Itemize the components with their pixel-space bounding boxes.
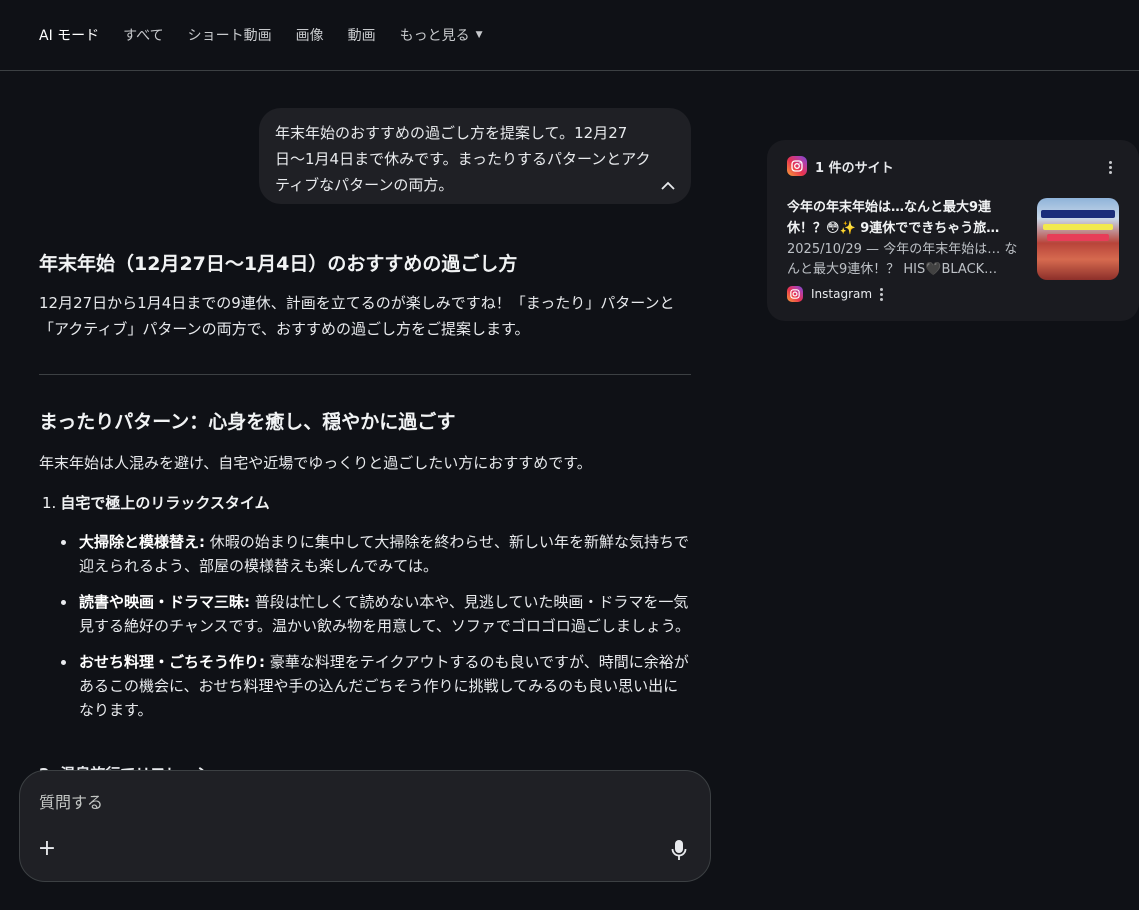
divider xyxy=(39,374,691,375)
tab-all[interactable]: すべて xyxy=(123,25,163,45)
sources-header: 1 件のサイト xyxy=(787,156,894,176)
thumbnail-banner xyxy=(1041,210,1115,218)
chevron-up-icon[interactable] xyxy=(659,176,677,194)
tab-videos[interactable]: 動画 xyxy=(348,25,376,45)
section-title: まったりパターン：心身を癒し、穏やかに過ごす xyxy=(39,411,456,433)
top-nav: AI モード すべて ショート動画 画像 動画 もっと見る ▼ xyxy=(0,0,1139,71)
bullet-list: 大掃除と模様替え: 休暇の始まりに集中して大掃除を終わらせ、新しい年を新鮮な気持… xyxy=(39,530,691,734)
list-item: 読書や映画・ドラマ三昧: 普段は忙しくて読めない本や、見逃していた映画・ドラマを… xyxy=(39,590,691,638)
result-thumbnail[interactable] xyxy=(1037,198,1119,280)
conversation-pane: 年末年始のおすすめの過ごし方を提案して。12月27日〜1月4日まで休みです。まっ… xyxy=(39,71,691,771)
result-snippet: 2025/10/29 — 今年の年末年始は… なんと最大9連休！？ HIS🖤BL… xyxy=(787,242,1018,277)
tab-images[interactable]: 画像 xyxy=(296,25,324,45)
answer-intro: 12月27日から1月4日までの9連休、計画を立てるのが楽しみですね！「まったり」… xyxy=(39,294,675,338)
user-query-text: 年末年始のおすすめの過ごし方を提案して。12月27日〜1月4日まで休みです。まっ… xyxy=(275,124,651,194)
composer: + xyxy=(19,770,711,882)
more-options-icon[interactable] xyxy=(1102,159,1118,175)
question-input[interactable] xyxy=(39,789,639,815)
section-intro: 年末年始は人混みを避け、自宅や近場でゆっくりと過ごしたい方におすすめです。 xyxy=(39,454,592,472)
instagram-icon xyxy=(787,156,807,176)
thumbnail-text-band xyxy=(1043,224,1113,230)
subheading-number: 1. xyxy=(42,494,57,512)
tab-more-label: もっと見る xyxy=(399,28,470,44)
sources-card: 1 件のサイト 今年の年末年始は…なんと最大9連休！？😳✨ 9連休でできちゃう旅… xyxy=(767,140,1139,321)
answer-title: 年末年始（12月27日〜1月4日）のおすすめの過ごし方 xyxy=(39,253,518,275)
result-source[interactable]: Instagram xyxy=(787,286,872,302)
caret-down-icon: ▼ xyxy=(475,30,483,40)
subheading-text: 自宅で極上のリラックスタイム xyxy=(60,494,270,512)
tab-short-videos[interactable]: ショート動画 xyxy=(188,25,272,45)
bullet-bold: 大掃除と模様替え: xyxy=(79,533,205,551)
add-button[interactable]: + xyxy=(36,838,58,861)
tab-more[interactable]: もっと見る ▼ xyxy=(400,25,483,45)
microphone-icon[interactable] xyxy=(668,839,690,861)
instagram-icon xyxy=(787,286,803,302)
list-item: 大掃除と模様替え: 休暇の始まりに集中して大掃除を終わらせ、新しい年を新鮮な気持… xyxy=(39,530,691,578)
bullet-bold: おせち料理・ごちそう作り: xyxy=(79,653,265,671)
tab-ai-mode[interactable]: AI モード xyxy=(39,25,99,45)
source-options-icon[interactable] xyxy=(873,286,889,302)
bullet-bold: 読書や映画・ドラマ三昧: xyxy=(79,593,250,611)
subheading: 1. 自宅で極上のリラックスタイム xyxy=(39,490,270,516)
sources-count: 1 件のサイト xyxy=(815,160,894,176)
source-name: Instagram xyxy=(811,287,873,301)
result-title-link[interactable]: 今年の年末年始は…なんと最大9連休！？😳✨ 9連休でできちゃう旅… xyxy=(787,197,1027,239)
user-query-bubble: 年末年始のおすすめの過ごし方を提案して。12月27日〜1月4日まで休みです。まっ… xyxy=(259,108,691,204)
thumbnail-text-band xyxy=(1047,234,1109,241)
list-item: おせち料理・ごちそう作り: 豪華な料理をテイクアウトするのも良いですが、時間に余… xyxy=(39,650,691,722)
